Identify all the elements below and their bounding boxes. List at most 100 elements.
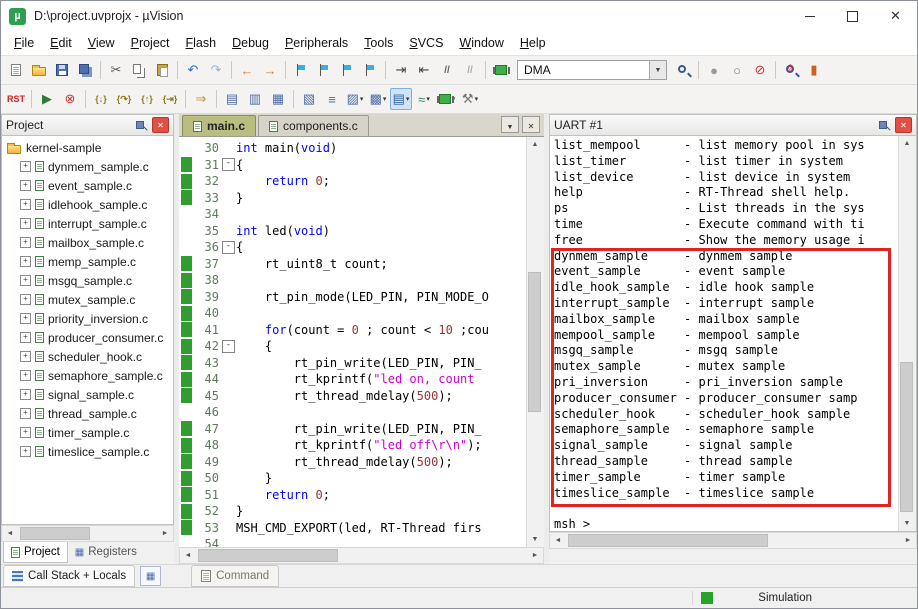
tree-item[interactable]: + semaphore_sample.c <box>2 366 173 385</box>
menu-edit[interactable]: Edit <box>42 33 80 53</box>
menu-window[interactable]: Window <box>451 33 511 53</box>
pin-icon[interactable] <box>134 119 147 132</box>
scroll-left-icon[interactable] <box>2 526 18 541</box>
infocenter-button[interactable]: ▮ <box>803 59 825 81</box>
editor-hscrollbar[interactable] <box>179 547 544 564</box>
copy-button[interactable] <box>128 59 150 81</box>
expand-plus-icon[interactable]: + <box>20 370 31 381</box>
uart-output[interactable]: list_mempool - list memory pool in sys l… <box>550 136 898 531</box>
expand-plus-icon[interactable]: + <box>20 294 31 305</box>
menu-help[interactable]: Help <box>512 33 554 53</box>
reset-cpu-button[interactable]: RST <box>5 88 27 110</box>
pin-icon[interactable] <box>877 119 890 132</box>
watch-grid-button[interactable] <box>140 566 162 586</box>
run-button[interactable]: ▶ <box>36 88 58 110</box>
open-file-button[interactable] <box>28 59 50 81</box>
tree-item[interactable]: + signal_sample.c <box>2 385 173 404</box>
stop-button[interactable]: ⊗ <box>59 88 81 110</box>
menu-project[interactable]: Project <box>123 33 178 53</box>
registers-window-button[interactable]: ▧ <box>298 88 320 110</box>
scroll-track[interactable] <box>527 152 544 532</box>
paste-button[interactable] <box>151 59 173 81</box>
watch-window-button[interactable]: ▨ ▾ <box>344 88 366 110</box>
flash-download-button[interactable] <box>490 59 512 81</box>
target-select[interactable]: DMA ▼ <box>517 60 667 80</box>
scroll-track[interactable] <box>566 533 900 548</box>
tree-item[interactable]: + mutex_sample.c <box>2 290 173 309</box>
scroll-down-icon[interactable] <box>899 516 915 531</box>
analysis-window-button[interactable]: ≈ ▾ <box>413 88 435 110</box>
scroll-thumb[interactable] <box>568 534 768 547</box>
navigate-back-button[interactable]: ← <box>236 59 258 81</box>
expand-plus-icon[interactable]: + <box>20 408 31 419</box>
expand-plus-icon[interactable]: + <box>20 256 31 267</box>
chevron-down-icon[interactable]: ▾ <box>383 95 387 103</box>
scroll-track[interactable] <box>196 548 527 563</box>
project-hscrollbar[interactable] <box>1 525 174 542</box>
save-button[interactable] <box>51 59 73 81</box>
insert-breakpoint-button[interactable]: ● <box>703 59 725 81</box>
tree-item[interactable]: + dynmem_sample.c <box>2 157 173 176</box>
outdent-button[interactable]: ⇤ <box>413 59 435 81</box>
tree-item[interactable]: + priority_inversion.c <box>2 309 173 328</box>
scroll-thumb[interactable] <box>528 272 541 412</box>
menu-view[interactable]: View <box>80 33 123 53</box>
tree-item[interactable]: + msgq_sample.c <box>2 271 173 290</box>
tree-item[interactable]: + scheduler_hook.c <box>2 347 173 366</box>
step-out-button[interactable]: {↑} <box>136 88 158 110</box>
uncomment-button[interactable]: // <box>459 59 481 81</box>
scroll-thumb[interactable] <box>20 527 90 540</box>
new-file-button[interactable] <box>5 59 27 81</box>
system-viewer-button[interactable]: ▾ <box>436 88 458 110</box>
tree-root[interactable]: kernel-sample <box>2 138 173 157</box>
symbol-window-button[interactable]: ▦ <box>267 88 289 110</box>
expand-plus-icon[interactable]: + <box>20 199 31 210</box>
scroll-track[interactable] <box>18 526 157 541</box>
expand-plus-icon[interactable]: + <box>20 351 31 362</box>
toggle-bookmark-button[interactable] <box>290 59 312 81</box>
expand-plus-icon[interactable]: + <box>20 180 31 191</box>
step-over-button[interactable]: {↷} <box>113 88 135 110</box>
expand-plus-icon[interactable]: + <box>20 389 31 400</box>
navigate-forward-button[interactable]: → <box>259 59 281 81</box>
clear-bookmarks-button[interactable] <box>359 59 381 81</box>
expand-plus-icon[interactable]: + <box>20 237 31 248</box>
menu-svcs[interactable]: SVCS <box>401 33 451 53</box>
scroll-down-icon[interactable] <box>527 532 543 547</box>
indent-button[interactable]: ⇥ <box>390 59 412 81</box>
undo-button[interactable]: ↶ <box>182 59 204 81</box>
close-button[interactable] <box>874 1 917 31</box>
document-list-button[interactable] <box>501 116 519 133</box>
tree-item[interactable]: + mailbox_sample.c <box>2 233 173 252</box>
fold-collapse-icon[interactable]: - <box>222 158 235 172</box>
tree-item[interactable]: + producer_consumer.c <box>2 328 173 347</box>
expand-plus-icon[interactable]: + <box>20 275 31 286</box>
kill-breakpoints-button[interactable]: ⊘ <box>749 59 771 81</box>
run-to-cursor-button[interactable]: {⇥} <box>159 88 181 110</box>
memory-window-button[interactable]: ▩ ▾ <box>367 88 389 110</box>
menu-tools[interactable]: Tools <box>356 33 401 53</box>
scroll-thumb[interactable] <box>900 362 913 512</box>
tree-item[interactable]: + idlehook_sample.c <box>2 195 173 214</box>
chevron-down-icon[interactable]: ▾ <box>406 95 410 103</box>
menu-flash[interactable]: Flash <box>178 33 225 53</box>
fold-collapse-icon[interactable]: - <box>222 339 235 353</box>
expand-plus-icon[interactable]: + <box>20 446 31 457</box>
minimize-button[interactable] <box>788 1 831 31</box>
maximize-button[interactable] <box>831 1 874 31</box>
bottom-tab-project[interactable]: Project <box>3 542 68 563</box>
project-tree[interactable]: kernel-sample + dynmem_sample.c + event_samp… <box>1 136 174 525</box>
scroll-left-icon[interactable] <box>180 548 196 563</box>
prev-bookmark-button[interactable] <box>313 59 335 81</box>
tree-item[interactable]: + timeslice_sample.c <box>2 442 173 461</box>
scroll-left-icon[interactable] <box>550 533 566 548</box>
scroll-track[interactable] <box>899 151 916 516</box>
toolbox-button[interactable]: ⚒ ▾ <box>459 88 481 110</box>
chevron-down-icon[interactable]: ▾ <box>426 95 430 103</box>
menu-peripherals[interactable]: Peripherals <box>277 33 356 53</box>
scroll-right-icon[interactable] <box>157 526 173 541</box>
tree-item[interactable]: + event_sample.c <box>2 176 173 195</box>
scroll-up-icon[interactable] <box>899 136 915 151</box>
panel-close-icon[interactable] <box>895 117 912 133</box>
expand-plus-icon[interactable]: + <box>20 313 31 324</box>
